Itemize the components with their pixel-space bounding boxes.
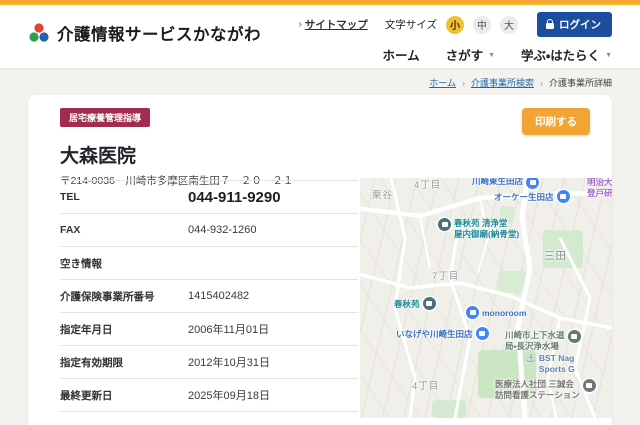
nav-search[interactable]: さがす ▼: [446, 45, 495, 64]
shopping-cart-poi-icon: [557, 190, 570, 203]
login-button[interactable]: ログイン: [537, 12, 612, 37]
hospital-poi-icon: [583, 379, 596, 392]
poi-water-purification-plant[interactable]: 川崎市上下水道 局・長沢浄水場: [505, 330, 581, 351]
poi-nursing-station[interactable]: 医療法人社団 三誠会 訪問看護ステーション: [495, 379, 596, 400]
facility-info-table: TEL 044-911-9290 FAX 044-932-1260 空き情報 介…: [60, 180, 358, 412]
font-size-medium-button[interactable]: 中: [473, 16, 491, 34]
map[interactable]: 4丁目 栗谷 三田 7丁目 4丁目 川崎東生田店 明治大 登戸研 オーケー生田店…: [360, 178, 612, 418]
shopping-cart-poi-icon: [476, 327, 489, 340]
breadcrumb-home[interactable]: ホーム: [429, 76, 456, 89]
nav-learn-work[interactable]: 学ぶ・はたらく ▼: [521, 45, 612, 64]
nav-home[interactable]: ホーム: [382, 45, 419, 64]
facility-name: 大森医院: [60, 141, 590, 168]
table-row-office-number: 介護保険事業所番号 1415402482: [60, 280, 358, 313]
map-area-label: 栗谷: [372, 190, 393, 202]
monument-poi-icon: [423, 297, 436, 310]
chevron-down-icon: ▼: [488, 52, 495, 59]
header-right: › サイトマップ 文字サイズ 小 中 大 ログイン ホーム さがす ▼ 学ぶ・は…: [298, 5, 612, 64]
map-area-label: 7丁目: [432, 271, 459, 283]
poi-sports-garden[interactable]: ⚓ BST Nag Sports G: [526, 353, 575, 374]
site-header: 介護情報サービスかながわ › サイトマップ 文字サイズ 小 中 大 ログイン ホ…: [0, 5, 640, 68]
main-nav: ホーム さがす ▼ 学ぶ・はたらく ▼: [382, 45, 612, 64]
chevron-down-icon: ▼: [605, 52, 612, 59]
breadcrumb: ホーム › 介護事業所検索 › 介護事業所詳細: [28, 76, 612, 89]
table-row-last-updated: 最終更新日 2025年09月18日: [60, 379, 358, 412]
utility-bar: › サイトマップ 文字サイズ 小 中 大 ログイン: [298, 12, 612, 37]
font-size-large-button[interactable]: 大: [500, 16, 518, 34]
service-category-badge: 居宅療養管理指導: [60, 108, 150, 127]
logo-circles-icon: [28, 23, 50, 43]
chevron-right-icon: ›: [540, 78, 543, 88]
print-button[interactable]: 印刷する: [522, 108, 590, 135]
table-row-tel: TEL 044-911-9290: [60, 181, 358, 214]
table-row-expiration-date: 指定有効期限 2012年10月31日: [60, 346, 358, 379]
poi-monoroom[interactable]: monoroom: [466, 306, 526, 319]
poi-kawasaki-higashi-ikuta[interactable]: 川崎東生田店: [472, 178, 539, 189]
chevron-right-icon: ›: [298, 19, 301, 30]
site-logo[interactable]: 介護情報サービスかながわ: [28, 21, 261, 45]
store-poi-icon: [466, 306, 479, 319]
poi-meiji-noborito[interactable]: 明治大 登戸研: [587, 178, 612, 198]
poi-ok-ikuta-store[interactable]: オーケー生田店: [494, 190, 570, 203]
water-utility-poi-icon: [568, 330, 581, 343]
breadcrumb-current: 介護事業所詳細: [549, 76, 612, 89]
monument-poi-icon: [438, 218, 451, 231]
anchor-poi-icon: ⚓: [526, 353, 536, 367]
store-poi-icon: [526, 178, 539, 189]
site-title: 介護情報サービスかながわ: [57, 21, 261, 45]
table-row-availability: 空き情報: [60, 247, 358, 280]
table-row-designation-date: 指定年月日 2006年11月01日: [60, 313, 358, 346]
table-row-fax: FAX 044-932-1260: [60, 214, 358, 247]
breadcrumb-search[interactable]: 介護事業所検索: [471, 76, 534, 89]
map-area-label: 4丁目: [414, 180, 441, 192]
map-area-label: 4丁目: [412, 381, 439, 393]
facility-detail-card: 居宅療養管理指導 印刷する 大森医院 〒214-0036 川崎市多摩区南生田７－…: [28, 95, 612, 425]
chevron-right-icon: ›: [462, 78, 465, 88]
lock-icon: [546, 23, 554, 29]
map-area-label: 三田: [544, 250, 567, 263]
sitemap-link[interactable]: › サイトマップ: [298, 17, 367, 32]
poi-shunjuen-ossuary[interactable]: 春秋苑 清浄堂 屋内御廟(納骨堂): [438, 218, 519, 239]
font-size-label: 文字サイズ: [385, 17, 437, 32]
card-head: 居宅療養管理指導 印刷する 大森医院 〒214-0036 川崎市多摩区南生田７－…: [28, 95, 612, 188]
font-size-small-button[interactable]: 小: [446, 16, 464, 34]
poi-inageya-ikuta[interactable]: いなげや川崎生田店: [396, 327, 489, 340]
poi-shunjuen[interactable]: 春秋苑: [394, 297, 436, 310]
